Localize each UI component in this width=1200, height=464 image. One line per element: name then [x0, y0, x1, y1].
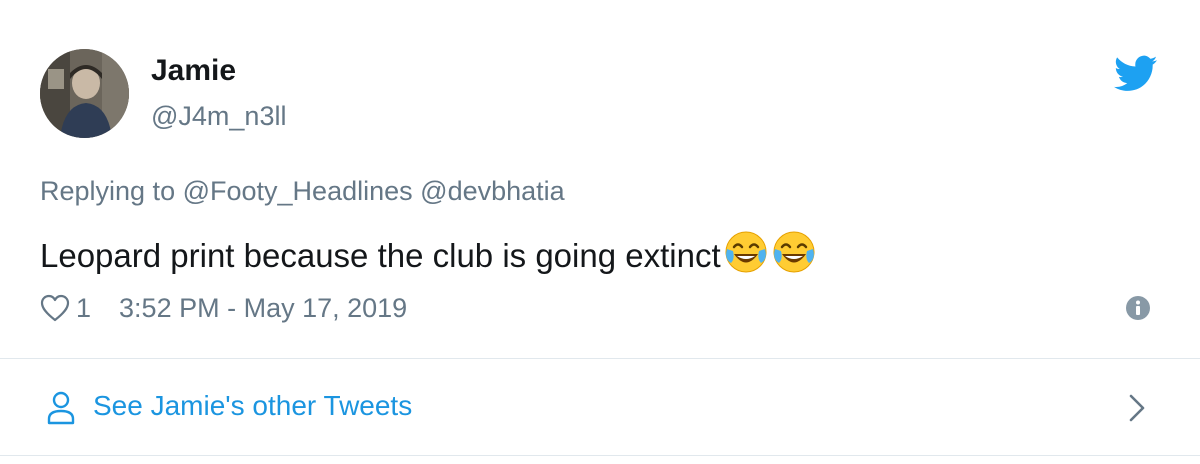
mention-link[interactable]: @Footy_Headlines	[183, 176, 413, 206]
author-handle[interactable]: @J4m_n3ll	[151, 98, 286, 134]
timestamp-link[interactable]: 3:52 PM - May 17, 2019	[119, 293, 407, 324]
avatar[interactable]	[40, 49, 129, 138]
tweet-body: Leopard print because the club is going …	[40, 237, 721, 274]
embedded-tweet: Jamie @J4m_n3ll Replying to @Footy_Headl…	[0, 0, 1200, 464]
person-icon	[47, 391, 75, 425]
tweet-meta: 1 3:52 PM - May 17, 2019	[40, 288, 407, 328]
tweet-text: Leopard print because the club is going …	[40, 229, 817, 278]
see-other-tweets-link[interactable]: See Jamie's other Tweets	[0, 359, 1200, 455]
face-with-tears-of-joy-icon	[773, 231, 815, 273]
face-with-tears-of-joy-icon	[725, 231, 767, 273]
see-other-tweets-label: See Jamie's other Tweets	[93, 390, 413, 421]
bottom-border	[0, 455, 1200, 456]
mention-link[interactable]: @devbhatia	[420, 176, 565, 206]
chevron-right-icon	[1129, 394, 1145, 422]
info-icon[interactable]	[1125, 295, 1151, 321]
author-name[interactable]: Jamie	[151, 52, 236, 90]
reply-prefix: Replying to	[40, 176, 176, 206]
like-count: 1	[76, 292, 92, 323]
reply-context: Replying to @Footy_Headlines @devbhatia	[40, 173, 565, 209]
like-button[interactable]: 1	[40, 293, 91, 324]
twitter-bird-icon[interactable]	[1114, 54, 1158, 94]
heart-icon	[40, 294, 70, 322]
